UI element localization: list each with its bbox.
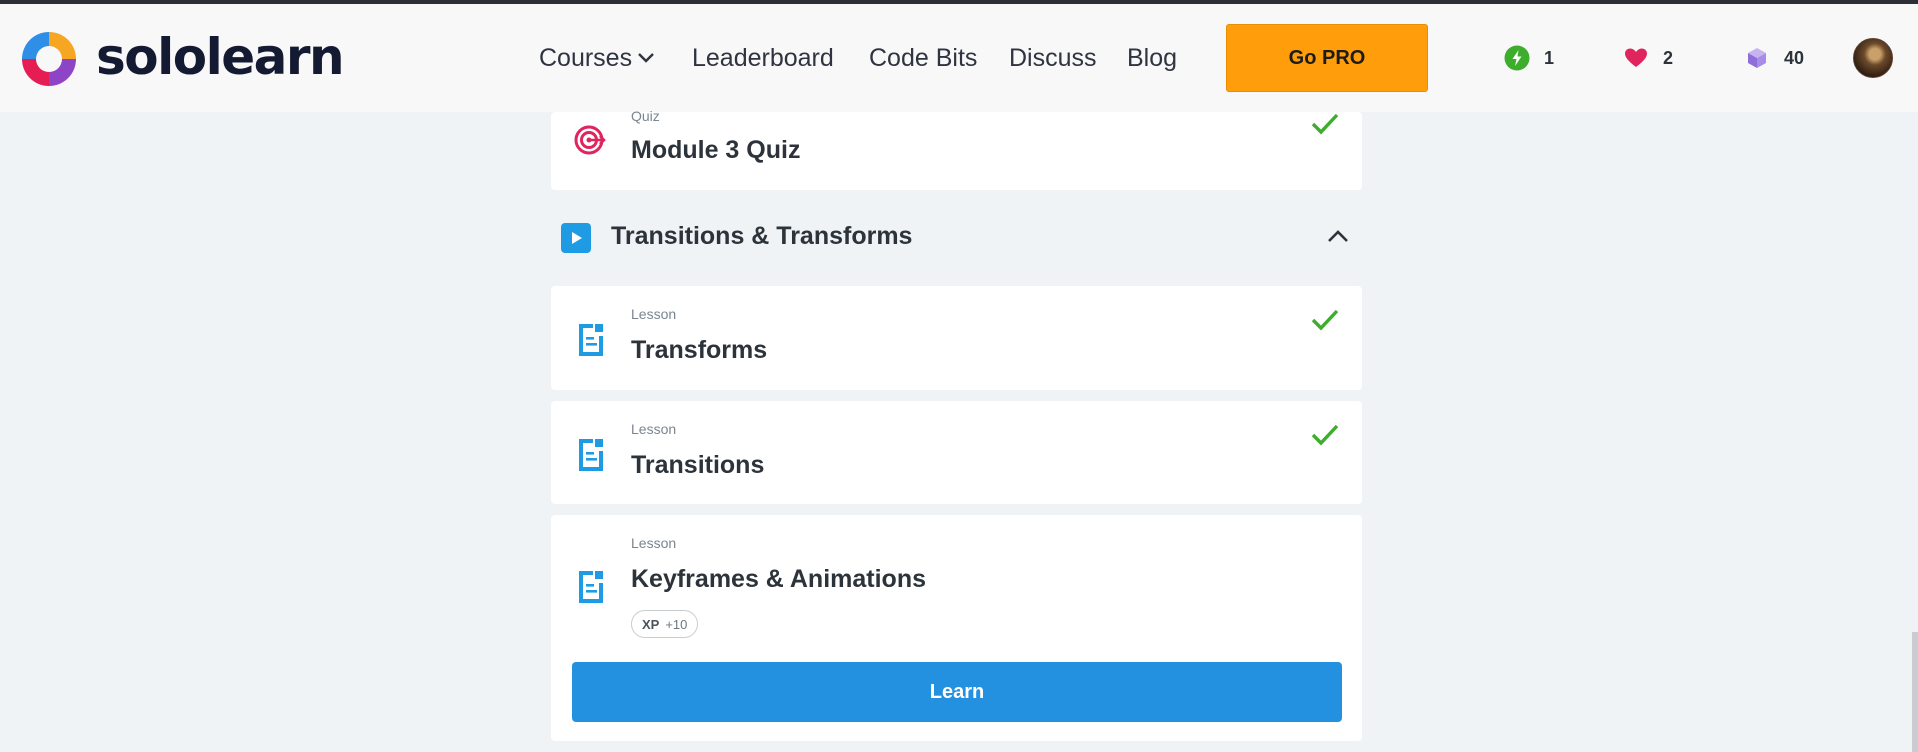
card-type-label: Lesson — [631, 306, 677, 322]
hearts-count: 2 — [1663, 47, 1674, 68]
top-navbar: sololearn Courses Leaderboard Code Bits … — [0, 4, 1918, 112]
xp-badge: XP +10 — [631, 610, 699, 638]
page-scrollbar[interactable] — [1912, 632, 1918, 752]
heart-icon — [1625, 48, 1647, 67]
checkmark-icon — [1311, 309, 1339, 331]
checkmark-icon — [1311, 424, 1339, 446]
section-header[interactable]: Transitions & Transforms — [551, 206, 1362, 268]
learn-button[interactable]: Learn — [572, 662, 1342, 722]
chevron-down-icon[interactable] — [637, 52, 655, 64]
play-icon — [561, 223, 591, 253]
streak-counter[interactable]: 1 — [1504, 44, 1554, 72]
bits-count: 40 — [1784, 47, 1805, 68]
nav-code-bits[interactable]: Code Bits — [869, 44, 977, 73]
card-type-label: Lesson — [631, 535, 677, 551]
hearts-counter[interactable]: 2 — [1623, 44, 1673, 72]
user-avatar[interactable] — [1853, 38, 1893, 78]
bits-counter[interactable]: 40 — [1744, 44, 1804, 72]
nav-courses[interactable]: Courses — [539, 44, 632, 73]
xp-label: XP — [642, 616, 660, 632]
card-title: Transforms — [631, 336, 768, 364]
card-title: Keyframes & Animations — [631, 565, 926, 593]
lesson-card-current[interactable]: Lesson Keyframes & Animations XP +10 Lea… — [551, 515, 1362, 741]
sololearn-logo-icon[interactable] — [18, 28, 80, 90]
lesson-doc-icon — [579, 571, 603, 603]
card-type-label: Quiz — [631, 108, 660, 124]
lesson-card[interactable]: Lesson Transforms — [551, 286, 1362, 390]
chevron-up-icon[interactable] — [1327, 228, 1349, 244]
checkmark-icon — [1311, 113, 1339, 135]
brand-name[interactable]: sololearn — [96, 28, 345, 86]
card-title: Module 3 Quiz — [631, 136, 801, 164]
go-pro-button[interactable]: Go PRO — [1226, 24, 1428, 92]
card-title: Transitions — [631, 451, 765, 479]
streak-count: 1 — [1544, 47, 1555, 68]
nav-leaderboard[interactable]: Leaderboard — [692, 44, 834, 73]
lesson-doc-icon — [579, 439, 603, 471]
target-icon — [574, 125, 606, 155]
card-type-label: Lesson — [631, 421, 677, 437]
nav-blog[interactable]: Blog — [1127, 44, 1177, 73]
lesson-card[interactable]: Lesson Transitions — [551, 401, 1362, 504]
quiz-card[interactable]: Quiz Module 3 Quiz — [551, 108, 1362, 190]
section-title: Transitions & Transforms — [611, 222, 913, 250]
lightning-icon — [1504, 45, 1530, 71]
bits-cube-icon — [1748, 48, 1766, 68]
xp-value: +10 — [665, 616, 688, 632]
lesson-doc-icon — [579, 324, 603, 356]
nav-discuss[interactable]: Discuss — [1009, 44, 1097, 73]
